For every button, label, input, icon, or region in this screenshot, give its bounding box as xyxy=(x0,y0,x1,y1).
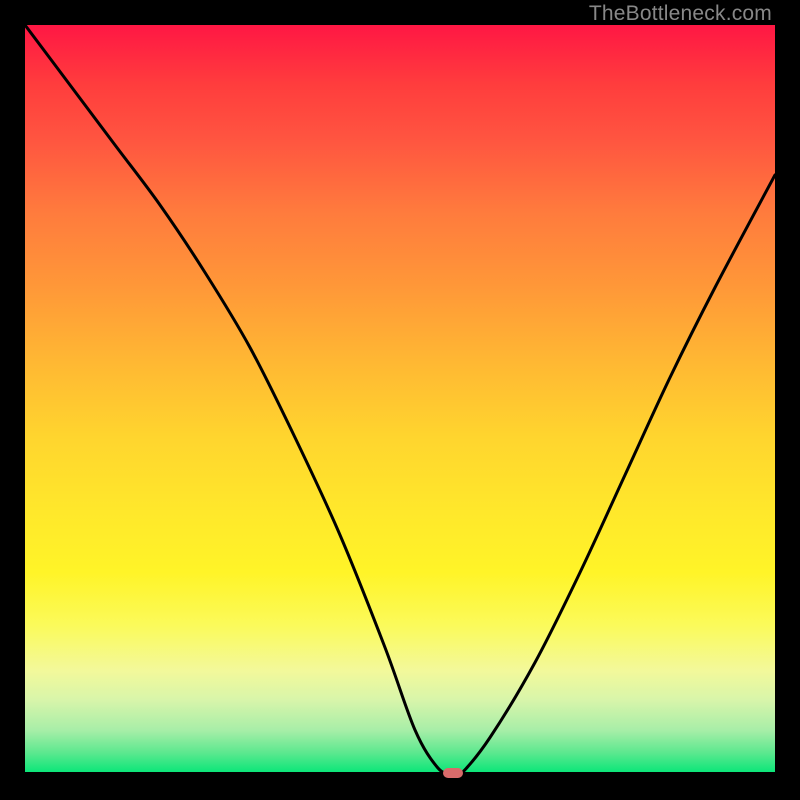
chart-container: TheBottleneck.com xyxy=(0,0,800,800)
bottleneck-curve xyxy=(25,25,775,775)
plot-area xyxy=(25,25,775,775)
minimum-marker xyxy=(443,768,463,778)
watermark-text: TheBottleneck.com xyxy=(589,2,772,26)
